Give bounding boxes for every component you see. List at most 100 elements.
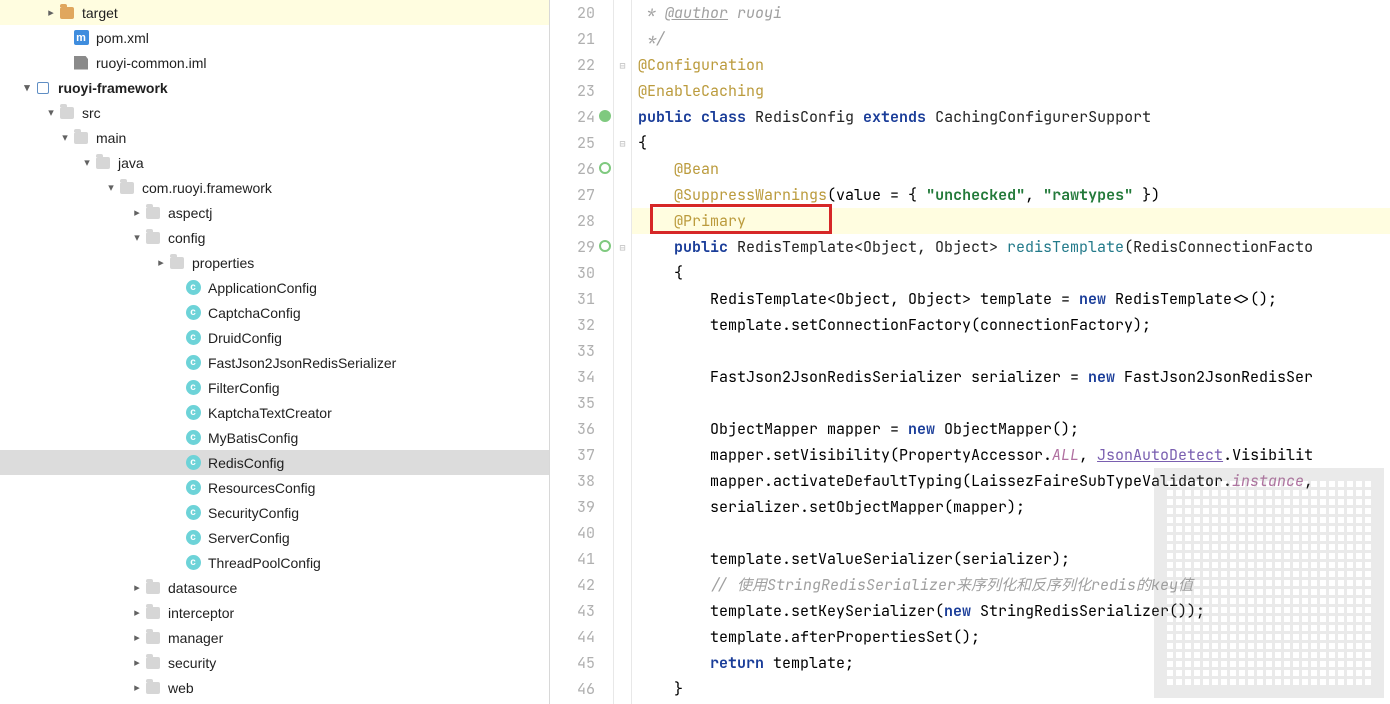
tree-item-fastjson2jsonredisserializer[interactable]: cFastJson2JsonRedisSerializer xyxy=(0,350,549,375)
code-area[interactable]: * @author ruoyi */@Configuration@EnableC… xyxy=(632,0,1390,704)
code-line[interactable] xyxy=(632,338,1390,364)
code-line[interactable]: // 使用StringRedisSerializer来序列化和反序列化redis… xyxy=(632,572,1390,598)
expand-arrow[interactable]: ▸ xyxy=(130,606,144,619)
code-line[interactable]: @Configuration xyxy=(632,52,1390,78)
tree-item-ruoyi-common-iml[interactable]: ruoyi-common.iml xyxy=(0,50,549,75)
line-number-gutter: 2021222324252627282930313233343536373839… xyxy=(550,0,614,704)
tree-item-config[interactable]: ▾config xyxy=(0,225,549,250)
fold-handle xyxy=(614,650,631,676)
tree-item-datasource[interactable]: ▸datasource xyxy=(0,575,549,600)
tree-item-securityconfig[interactable]: cSecurityConfig xyxy=(0,500,549,525)
folder-icon xyxy=(58,104,76,122)
tree-item-filterconfig[interactable]: cFilterConfig xyxy=(0,375,549,400)
code-line[interactable]: ObjectMapper mapper = new ObjectMapper()… xyxy=(632,416,1390,442)
expand-arrow[interactable]: ▸ xyxy=(154,256,168,269)
expand-arrow[interactable]: ▸ xyxy=(130,631,144,644)
expand-arrow[interactable]: ▾ xyxy=(130,231,144,244)
fold-handle[interactable] xyxy=(614,234,631,260)
code-token xyxy=(638,653,710,673)
tree-item-redisconfig[interactable]: cRedisConfig xyxy=(0,450,549,475)
tree-item-src[interactable]: ▾src xyxy=(0,100,549,125)
code-line[interactable]: template.afterPropertiesSet(); xyxy=(632,624,1390,650)
tree-item-pom-xml[interactable]: mpom.xml xyxy=(0,25,549,50)
tree-item-target[interactable]: ▸target xyxy=(0,0,549,25)
code-token: ALL xyxy=(1052,445,1079,465)
folder-icon xyxy=(144,579,162,597)
expand-arrow[interactable]: ▾ xyxy=(44,106,58,119)
tree-item-aspectj[interactable]: ▸aspectj xyxy=(0,200,549,225)
code-editor[interactable]: 2021222324252627282930313233343536373839… xyxy=(550,0,1390,704)
code-line[interactable]: template.setKeySerializer(new StringRedi… xyxy=(632,598,1390,624)
code-token: } xyxy=(638,679,683,699)
code-line[interactable]: * @author ruoyi xyxy=(632,0,1390,26)
tree-item-label: interceptor xyxy=(168,605,234,621)
code-token: JsonAutoDetect xyxy=(1097,445,1223,465)
code-line[interactable]: { xyxy=(632,260,1390,286)
expand-arrow[interactable]: ▸ xyxy=(130,681,144,694)
gutter-run-icon[interactable] xyxy=(599,110,611,122)
tree-item-captchaconfig[interactable]: cCaptchaConfig xyxy=(0,300,549,325)
tree-item-applicationconfig[interactable]: cApplicationConfig xyxy=(0,275,549,300)
code-line[interactable]: mapper.setVisibility(PropertyAccessor.AL… xyxy=(632,442,1390,468)
code-line[interactable]: return template; xyxy=(632,650,1390,676)
fold-strip[interactable] xyxy=(614,0,632,704)
tree-item-security[interactable]: ▸security xyxy=(0,650,549,675)
expand-arrow[interactable]: ▸ xyxy=(130,206,144,219)
tree-item-resourcesconfig[interactable]: cResourcesConfig xyxy=(0,475,549,500)
code-line[interactable]: @Bean xyxy=(632,156,1390,182)
tree-item-com-ruoyi-framework[interactable]: ▾com.ruoyi.framework xyxy=(0,175,549,200)
tree-item-mybatisconfig[interactable]: cMyBatisConfig xyxy=(0,425,549,450)
gutter-run-icon[interactable] xyxy=(599,240,611,252)
code-line[interactable]: FastJson2JsonRedisSerializer serializer … xyxy=(632,364,1390,390)
tree-item-interceptor[interactable]: ▸ interceptor xyxy=(0,600,549,625)
tree-item-properties[interactable]: ▸properties xyxy=(0,250,549,275)
code-line[interactable] xyxy=(632,390,1390,416)
expand-arrow[interactable]: ▸ xyxy=(130,656,144,669)
code-token: return xyxy=(710,653,773,673)
fold-handle[interactable] xyxy=(614,52,631,78)
tree-item-java[interactable]: ▾java xyxy=(0,150,549,175)
expand-arrow[interactable]: ▾ xyxy=(104,181,118,194)
code-line[interactable]: template.setConnectionFactory(connection… xyxy=(632,312,1390,338)
code-line[interactable]: public RedisTemplate<Object, Object> red… xyxy=(632,234,1390,260)
tree-item-druidconfig[interactable]: cDruidConfig xyxy=(0,325,549,350)
code-line[interactable] xyxy=(632,520,1390,546)
code-token xyxy=(638,159,674,179)
tree-item-serverconfig[interactable]: cServerConfig xyxy=(0,525,549,550)
code-line[interactable]: @SuppressWarnings(value = { "unchecked",… xyxy=(632,182,1390,208)
code-line[interactable]: serializer.setObjectMapper(mapper); xyxy=(632,494,1390,520)
gutter-run-icon[interactable] xyxy=(599,162,611,174)
tree-item-threadpoolconfig[interactable]: cThreadPoolConfig xyxy=(0,550,549,575)
class-icon: c xyxy=(184,379,202,397)
line-number: 34 xyxy=(550,364,613,390)
expand-arrow[interactable]: ▾ xyxy=(80,156,94,169)
code-line[interactable]: mapper.activateDefaultTyping(LaissezFair… xyxy=(632,468,1390,494)
tree-item-ruoyi-framework[interactable]: ▾ruoyi-framework xyxy=(0,75,549,100)
fold-handle xyxy=(614,546,631,572)
expand-arrow[interactable]: ▾ xyxy=(58,131,72,144)
code-token: mapper.setVisibility(PropertyAccessor. xyxy=(638,445,1052,465)
fold-handle[interactable] xyxy=(614,130,631,156)
tree-item-label: MyBatisConfig xyxy=(208,430,298,446)
code-line[interactable]: RedisTemplate<Object, Object> template =… xyxy=(632,286,1390,312)
tree-item-label: ResourcesConfig xyxy=(208,480,315,496)
line-number: 31 xyxy=(550,286,613,312)
expand-arrow[interactable]: ▸ xyxy=(44,6,58,19)
tree-item-kaptchatextcreator[interactable]: cKaptchaTextCreator xyxy=(0,400,549,425)
tree-item-web[interactable]: ▸web xyxy=(0,675,549,700)
code-token: template.afterPropertiesSet(); xyxy=(638,627,980,647)
code-line[interactable]: public class RedisConfig extends Caching… xyxy=(632,104,1390,130)
code-line[interactable]: @EnableCaching xyxy=(632,78,1390,104)
expand-arrow[interactable]: ▸ xyxy=(130,581,144,594)
code-line[interactable]: */ xyxy=(632,26,1390,52)
project-tree[interactable]: ▸targetmpom.xmlruoyi-common.iml▾ruoyi-fr… xyxy=(0,0,550,704)
expand-arrow[interactable]: ▾ xyxy=(20,81,34,94)
code-line[interactable]: } xyxy=(632,676,1390,702)
code-line[interactable]: template.setValueSerializer(serializer); xyxy=(632,546,1390,572)
tree-item-manager[interactable]: ▸manager xyxy=(0,625,549,650)
tree-item-label: DruidConfig xyxy=(208,330,282,346)
fold-handle xyxy=(614,0,631,26)
code-line[interactable]: { xyxy=(632,130,1390,156)
code-line[interactable]: @Primary xyxy=(632,208,1390,234)
tree-item-main[interactable]: ▾main xyxy=(0,125,549,150)
